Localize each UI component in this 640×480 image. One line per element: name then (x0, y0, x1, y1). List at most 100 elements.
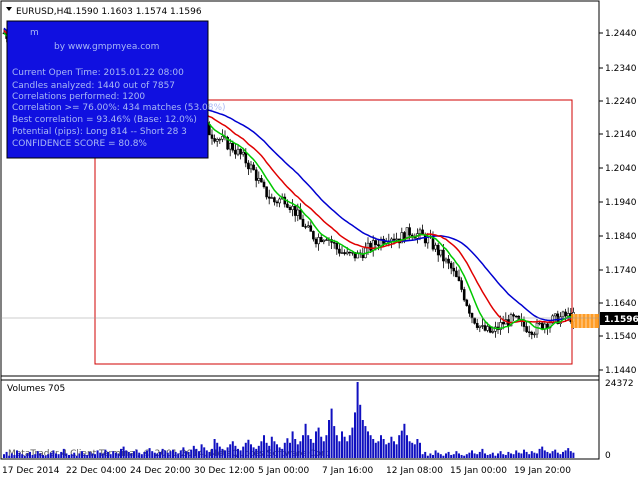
candle-body (306, 225, 310, 228)
volume-bar (151, 451, 154, 458)
volume-bar (78, 453, 81, 458)
volume-bar (112, 451, 115, 458)
volume-bar (164, 450, 167, 458)
candle-body (561, 311, 565, 318)
candle-body (247, 162, 250, 170)
info-line: Current Open Time: 2015.01.22 08:00 (12, 68, 184, 78)
candle-body (444, 258, 448, 262)
volume-bar (400, 430, 403, 458)
volume-bar (198, 451, 200, 458)
candle-body (332, 242, 336, 244)
volume-bar (190, 449, 193, 458)
volume-bar (73, 452, 76, 458)
volume-bar (172, 449, 174, 458)
volume-bar (543, 450, 546, 458)
volume-bar (263, 435, 265, 458)
volume-bar (5, 451, 8, 458)
volume-bar (559, 454, 562, 458)
volume-bar (387, 442, 390, 458)
volume-bar (468, 452, 471, 458)
volume-bar (289, 442, 291, 458)
volume-bar (161, 448, 164, 458)
candle-body (457, 276, 461, 281)
volume-bar (81, 451, 83, 458)
candle-body (325, 239, 328, 241)
volume-bar (218, 446, 221, 458)
candle-body (564, 311, 567, 317)
price-tick: 1.2340 (605, 64, 637, 74)
candle-body (395, 238, 398, 241)
volume-bar (328, 420, 330, 458)
volume-bar (278, 447, 281, 458)
ohlc-values: 1.1590 1.1603 1.1574 1.1596 (67, 7, 202, 17)
time-label: 19 Jan 20:00 (514, 466, 571, 476)
volume-bar (372, 439, 375, 458)
volume-bar (16, 450, 18, 458)
volume-bar (380, 435, 382, 458)
candle-body (512, 314, 515, 317)
volume-bar (341, 431, 343, 458)
time-label: 17 Dec 2014 (2, 466, 60, 476)
volume-bar (47, 454, 50, 458)
candle-body (486, 326, 489, 331)
volume-bar (294, 439, 297, 458)
volume-bar (460, 454, 463, 458)
volume-bar (333, 426, 336, 458)
candle-body (369, 242, 372, 251)
volume-bar (224, 450, 226, 458)
candle-body (483, 325, 487, 331)
volume-bar (140, 454, 143, 458)
price-tick: 1.2040 (605, 164, 637, 174)
volume-bar (182, 447, 185, 458)
volume-bar (237, 448, 239, 458)
info-panel[interactable]: m by www.gmpmyea.com Current Open Time: … (6, 20, 226, 159)
time-label: 15 Jan 00:00 (450, 466, 507, 476)
candle-body (468, 305, 471, 314)
candle-body (473, 317, 476, 324)
candle-body (234, 149, 237, 155)
volume-bar (419, 442, 421, 458)
price-tick: 1.1440 (605, 366, 637, 376)
volume-bar (429, 453, 432, 458)
volume-bar (34, 454, 37, 458)
volume-bar (356, 382, 359, 458)
volume-bar (317, 427, 320, 458)
volume-bar (374, 442, 377, 458)
volume-bar (260, 441, 263, 458)
candle-body (218, 138, 222, 141)
volume-bar (101, 453, 104, 458)
price-tick: 1.1940 (605, 198, 637, 208)
volume-bar (369, 435, 372, 458)
price-tick: 1.2140 (605, 130, 637, 140)
candle-body (304, 226, 307, 228)
volume-bar (70, 454, 73, 458)
candle-body (553, 313, 557, 317)
volume-bar (533, 452, 536, 458)
candle-body (241, 151, 245, 155)
volume-bar (445, 453, 447, 458)
time-label: 22 Dec 04:00 (66, 466, 127, 476)
volume-bar (421, 454, 424, 458)
volume-bar (309, 439, 312, 458)
volume-bar (351, 427, 354, 458)
candle-body (491, 331, 495, 333)
volume-bar (299, 441, 302, 458)
candle-body (343, 252, 346, 255)
candle-body (426, 236, 430, 244)
candle-body (345, 251, 349, 255)
volume-bar (29, 451, 31, 458)
volume-bar (393, 441, 395, 458)
volume-bar (65, 453, 68, 458)
time-axis: 17 Dec 2014 22 Dec 04:00 24 Dec 20:00 30… (2, 466, 571, 476)
volume-bar (437, 452, 440, 458)
volume-zero-label: 0 (605, 451, 611, 461)
candle-body (374, 240, 378, 245)
candle-body (527, 331, 531, 333)
volume-bar (205, 450, 208, 458)
volume-bar (8, 455, 11, 458)
candle-body (540, 322, 544, 330)
candle-body (533, 333, 536, 336)
candle-body (296, 209, 300, 216)
chart-header[interactable]: EURUSD,H4 1.1590 1.1603 1.1574 1.1596 (6, 7, 202, 17)
candle-body (270, 197, 274, 199)
